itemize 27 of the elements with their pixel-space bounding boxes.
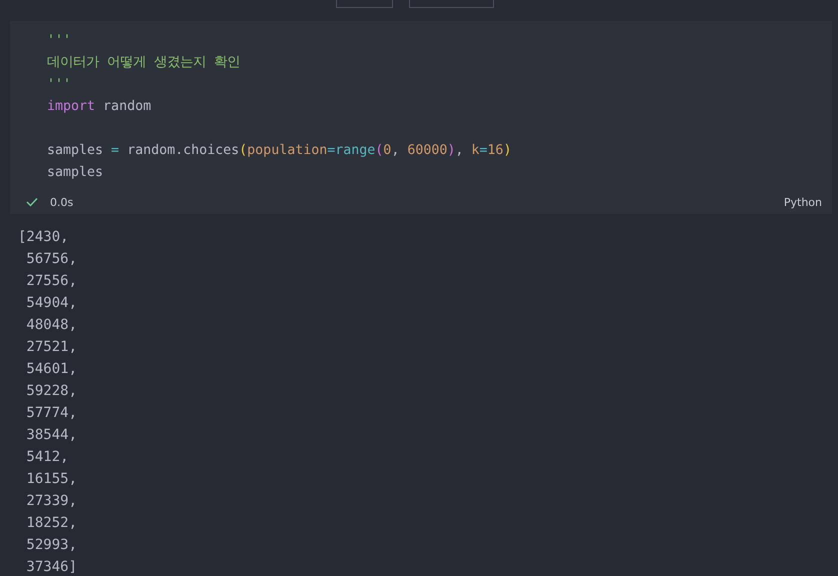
output-line: 37346] — [25, 558, 78, 576]
code-line: samples — [47, 164, 104, 182]
add-cell-button[interactable] — [336, 0, 393, 8]
output-line: 27521, — [25, 338, 78, 357]
execution-time: 0.0s — [50, 196, 74, 208]
add-cell-button[interactable] — [409, 0, 494, 8]
code-editor[interactable]: ''' 데이터가 어떻게 생겼는지 확인 ''' import random samples = random.choices(population=range(0, 60000), k=16) samples — [10, 21, 832, 190]
output-line: 27339, — [25, 492, 78, 511]
code-line: samples = random.choices(population=range(0, 60000), k=16) — [47, 142, 512, 160]
output-line: 48048, — [25, 316, 78, 335]
output-line: [2430, — [18, 228, 70, 247]
code-line: 데이터가 어떻게 생겼는지 확인 — [47, 54, 242, 72]
output-line: 38544, — [25, 426, 78, 445]
output-line: 59228, — [25, 382, 78, 401]
output-line: 56756, — [25, 250, 78, 269]
output-line: 52993, — [25, 536, 78, 555]
code-line: ''' — [47, 32, 72, 50]
output-line: 27556, — [25, 272, 78, 291]
code-line: ''' — [47, 76, 72, 94]
output-line: 54904, — [25, 294, 78, 313]
output-line: 5412, — [25, 448, 70, 467]
output-line: 54601, — [25, 360, 78, 379]
output-line: 18252, — [25, 514, 78, 533]
output-line: 16155, — [25, 470, 78, 489]
code-line: import random — [47, 98, 152, 116]
output-line: 57774, — [25, 404, 78, 423]
language-label[interactable]: Python — [784, 196, 822, 208]
